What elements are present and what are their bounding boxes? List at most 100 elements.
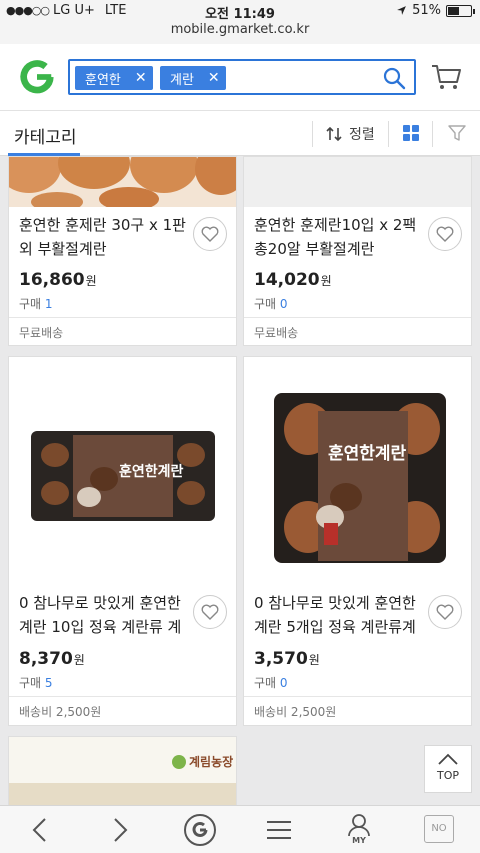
product-card[interactable]: 계림농장 xyxy=(8,736,237,806)
app-header: 훈연한 ✕ 계란 ✕ xyxy=(0,44,480,110)
divider xyxy=(388,121,389,147)
filter-icon[interactable] xyxy=(448,124,466,142)
wishlist-button[interactable] xyxy=(428,595,462,629)
product-title-line: 0 참나무로 맛있게 훈연한 xyxy=(19,594,181,612)
search-icon[interactable] xyxy=(382,66,406,90)
buy-count: 0 xyxy=(279,297,288,311)
product-card[interactable]: 훈연한계란 0 참나무로 맛있게 훈연한 계란 10입 정육 계란류 계 8,3… xyxy=(8,356,237,726)
divider xyxy=(244,317,471,318)
divider xyxy=(9,317,236,318)
brand-label: 계림농장 xyxy=(189,755,234,769)
scroll-top-label: TOP xyxy=(436,769,459,782)
wishlist-button[interactable] xyxy=(428,217,462,251)
buy-count: 5 xyxy=(44,676,53,690)
product-title[interactable]: 훈연한 훈제란 30구 x 1판 외 부활절계란 xyxy=(19,213,189,261)
back-icon[interactable] xyxy=(30,816,50,844)
product-card[interactable]: 훈연한 훈제란10입 x 2팩 총20알 부활절계란 14,020원 구매 0 … xyxy=(243,156,472,346)
product-title-line: 훈연한 훈제란10입 x 2팩 xyxy=(254,216,417,234)
price-currency: 원 xyxy=(73,653,85,667)
product-price: 14,020원 xyxy=(254,270,332,290)
close-icon[interactable]: ✕ xyxy=(208,70,220,86)
purchase-count: 구매 1 xyxy=(19,295,53,312)
search-tag-label: 훈연한 xyxy=(85,72,121,88)
my-page-button[interactable]: MY xyxy=(345,814,373,845)
price-currency: 원 xyxy=(85,274,97,288)
wishlist-button[interactable] xyxy=(193,595,227,629)
product-title-line: 계란 5개입 정육 계란류계 xyxy=(254,618,416,636)
product-title-line: 훈연한 훈제란 30구 x 1판 xyxy=(19,216,186,234)
heart-icon xyxy=(436,604,454,620)
category-tab[interactable]: 카테고리 xyxy=(14,123,77,148)
price-value: 16,860 xyxy=(19,270,85,290)
price-currency: 원 xyxy=(308,653,320,667)
price-value: 3,570 xyxy=(254,649,308,669)
price-value: 14,020 xyxy=(254,270,320,290)
tabs-label: NO xyxy=(431,823,447,834)
home-g-icon[interactable] xyxy=(183,813,217,847)
buy-label: 구매 xyxy=(254,297,277,311)
wishlist-button[interactable] xyxy=(193,217,227,251)
sort-icon xyxy=(326,126,342,142)
tabs-button[interactable]: NO xyxy=(424,815,454,843)
battery-percent: 51% xyxy=(412,3,441,18)
product-image xyxy=(244,357,471,577)
grid-view-icon[interactable] xyxy=(403,125,419,141)
buy-label: 구매 xyxy=(19,676,42,690)
search-tag-label: 계란 xyxy=(170,72,194,88)
url-bar[interactable]: mobile.gmarket.co.kr xyxy=(0,22,480,44)
product-title[interactable]: 0 참나무로 맛있게 훈연한 계란 10입 정육 계란류 계 xyxy=(19,591,189,639)
shipping-info: 무료배송 xyxy=(19,326,64,340)
buy-count: 1 xyxy=(44,297,53,311)
product-title-line: 총20알 부활절계란 xyxy=(254,240,375,258)
forward-icon[interactable] xyxy=(110,816,130,844)
scroll-top-button[interactable]: TOP xyxy=(424,745,472,793)
location-arrow-icon xyxy=(397,6,406,15)
status-bar: ●●●○○ LG U+ LTE 오전 11:49 51% xyxy=(0,0,480,22)
heart-icon xyxy=(436,226,454,242)
heart-icon xyxy=(201,226,219,242)
sort-label: 정렬 xyxy=(349,127,375,143)
product-title[interactable]: 훈연한 훈제란10입 x 2팩 총20알 부활절계란 xyxy=(254,213,424,261)
sort-button[interactable]: 정렬 xyxy=(325,124,375,144)
product-card[interactable]: 훈연한 훈제란 30구 x 1판 외 부활절계란 16,860원 구매 1 무료… xyxy=(8,156,237,346)
price-value: 8,370 xyxy=(19,649,73,669)
shipping-info: 배송비 2,500원 xyxy=(254,705,337,719)
product-image xyxy=(244,157,471,207)
product-image xyxy=(9,157,236,207)
product-price: 16,860원 xyxy=(19,270,97,290)
status-right: 51% xyxy=(396,3,475,18)
heart-icon xyxy=(201,604,219,620)
divider xyxy=(9,696,236,697)
battery-icon xyxy=(446,4,475,17)
menu-icon[interactable] xyxy=(266,820,292,840)
package-label: 훈연한계란 xyxy=(328,444,407,464)
divider xyxy=(432,121,433,147)
search-box[interactable]: 훈연한 ✕ 계란 ✕ xyxy=(68,59,416,95)
search-tag-2[interactable]: 계란 ✕ xyxy=(160,66,226,90)
divider xyxy=(244,696,471,697)
user-icon xyxy=(348,814,370,837)
my-label: MY xyxy=(352,836,366,845)
gmarket-logo-icon[interactable] xyxy=(18,58,56,96)
close-icon[interactable]: ✕ xyxy=(135,70,147,86)
product-price: 3,570원 xyxy=(254,649,320,669)
product-card[interactable]: 훈연한계란 0 참나무로 맛있게 훈연한 계란 5개입 정육 계란류계 3,57… xyxy=(243,356,472,726)
purchase-count: 구매 5 xyxy=(19,674,53,691)
purchase-count: 구매 0 xyxy=(254,295,288,312)
chevron-up-icon xyxy=(438,753,458,765)
shipping-info: 배송비 2,500원 xyxy=(19,705,102,719)
product-image xyxy=(9,737,236,805)
product-title[interactable]: 0 참나무로 맛있게 훈연한 계란 5개입 정육 계란류계 xyxy=(254,591,424,639)
cart-icon[interactable] xyxy=(430,61,462,93)
buy-count: 0 xyxy=(279,676,288,690)
product-price: 8,370원 xyxy=(19,649,85,669)
product-title-line: 외 부활절계란 xyxy=(19,240,107,258)
buy-label: 구매 xyxy=(19,297,42,311)
purchase-count: 구매 0 xyxy=(254,674,288,691)
shipping-info: 무료배송 xyxy=(254,326,299,340)
bottom-nav: MY NO xyxy=(0,805,480,853)
product-title-line: 계란 10입 정육 계란류 계 xyxy=(19,618,182,636)
search-tag-1[interactable]: 훈연한 ✕ xyxy=(75,66,153,90)
price-currency: 원 xyxy=(320,274,332,288)
divider xyxy=(312,121,313,147)
